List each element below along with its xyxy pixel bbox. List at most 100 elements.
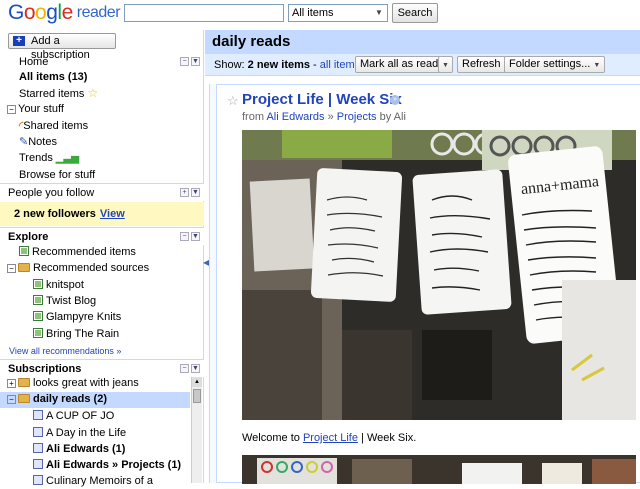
sidebar-feed[interactable]: Ali Edwards (1) <box>33 442 125 457</box>
source-label: Twist Blog <box>46 295 97 307</box>
folder-settings-button[interactable]: Folder settings... ▼ <box>504 56 606 73</box>
sidebar-item-starred[interactable]: Starred items ☆ <box>19 86 98 101</box>
sidebar-item-browse[interactable]: Browse for stuff <box>19 168 95 183</box>
folder-open-icon <box>18 263 30 272</box>
sidebar-item-your-stuff[interactable]: − Your stuff <box>7 102 64 117</box>
project-life-link[interactable]: Project Life <box>303 432 358 444</box>
feed-label: Ali Edwards » Projects (1) <box>46 459 182 471</box>
subscriptions-header[interactable]: Subscriptions <box>0 359 204 377</box>
mark-all-read-button[interactable]: Mark all as read <box>355 56 444 73</box>
plus-icon: + <box>13 36 25 46</box>
sidebar-item-source[interactable]: Twist Blog <box>33 294 96 309</box>
feed-icon <box>33 475 43 485</box>
chevron-down-icon[interactable]: ▼ <box>191 57 200 66</box>
from-label: from <box>242 111 264 123</box>
source-label: knitspot <box>46 279 84 291</box>
google-reader-logo[interactable]: Google reader <box>8 1 121 25</box>
mark-read-options-button[interactable]: ▼ <box>438 56 453 73</box>
scrollbar-up-arrow[interactable]: ▲ <box>192 377 202 387</box>
minus-toggle-icon[interactable]: − <box>7 395 16 404</box>
entry-body-text: Welcome to Project Life | Week Six. <box>242 432 416 444</box>
sidebar-item-all-items[interactable]: All items (13) <box>19 70 87 85</box>
feed-icon <box>33 311 43 321</box>
sidebar-item-source[interactable]: knitspot <box>33 278 84 293</box>
subscriptions-scrollbar[interactable]: ▲ <box>191 377 202 483</box>
photo-illustration: anna+mama <box>242 130 636 420</box>
entry-source-link[interactable]: Ali Edwards <box>266 111 324 123</box>
show-filter: Show: 2 new items - all items <box>214 59 361 71</box>
scrollbar-thumb[interactable] <box>193 389 201 403</box>
chevron-down-icon: ▼ <box>442 62 449 69</box>
star-icon[interactable]: ☆ <box>227 93 239 109</box>
feed-icon <box>33 443 43 453</box>
feed-icon <box>33 295 43 305</box>
photo-illustration <box>242 455 636 484</box>
entry-title-link[interactable]: Project Life | Week Six <box>242 91 402 108</box>
followers-view-link[interactable]: View <box>100 208 125 220</box>
sidebar-item-source[interactable]: Bring The Rain <box>33 327 119 342</box>
feed-label: A CUP OF JO <box>46 410 115 422</box>
page-title: daily reads <box>205 30 640 54</box>
entry-photo[interactable]: anna+mama <box>242 130 636 420</box>
body-suffix: | Week Six. <box>361 432 417 444</box>
sidebar-item-source[interactable]: Glampyre Knits <box>33 310 121 325</box>
sidebar-item-recommended-items[interactable]: Recommended items <box>19 245 136 260</box>
sidebar-folder[interactable]: + looks great with jeans <box>7 376 139 391</box>
search-input[interactable] <box>124 4 284 22</box>
sidebar-feed[interactable]: Ali Edwards » Projects (1) <box>33 458 181 473</box>
view-all-recommendations-link[interactable]: View all recommendations » <box>9 344 121 359</box>
trends-label: Trends <box>19 152 53 164</box>
folder-label: looks great with jeans <box>33 377 139 389</box>
entry-photo-second[interactable] <box>242 455 636 484</box>
your-stuff-label: Your stuff <box>18 103 64 115</box>
sidebar-item-home[interactable]: Home <box>19 55 48 70</box>
new-items-toggle[interactable]: 2 new items <box>248 59 310 71</box>
sidebar-item-shared[interactable]: ◜Shared items <box>19 119 88 134</box>
star-icon: ☆ <box>87 86 99 100</box>
people-header[interactable]: People you follow <box>0 183 204 201</box>
sidebar-item-trends[interactable]: Trends ▁▃▅ <box>19 151 79 166</box>
top-bar: Google reader All items ▼ Search <box>0 0 640 28</box>
sidebar-feed[interactable]: Culinary Memoirs of a <box>33 474 153 489</box>
minus-toggle-icon[interactable]: − <box>7 105 16 114</box>
folder-icon <box>18 378 30 387</box>
add-subscription-button[interactable]: + Add a subscription <box>8 33 116 61</box>
add-icon[interactable]: + <box>180 188 189 197</box>
entry-category-link[interactable]: Projects <box>337 111 377 123</box>
plus-toggle-icon[interactable]: + <box>7 379 16 388</box>
explore-header[interactable]: Explore <box>0 227 204 245</box>
entry-card[interactable]: ☆ Project Life | Week Six » from Ali Edw… <box>216 84 640 484</box>
source-separator: » <box>327 111 334 123</box>
logo-reader-text: reader <box>76 4 121 21</box>
sidebar-folder-selected[interactable]: − daily reads (2) <box>7 392 107 407</box>
sidebar: + Add a subscription Home − ▼ All items (… <box>0 30 204 487</box>
sidebar-feed[interactable]: A Day in the Life <box>33 426 126 441</box>
minimize-icon[interactable]: − <box>180 364 189 373</box>
search-filter-value: All items <box>292 7 334 19</box>
sidebar-item-recommended-sources[interactable]: − Recommended sources <box>7 261 149 276</box>
folder-label: daily reads (2) <box>33 393 107 405</box>
chevron-down-icon[interactable]: ▼ <box>191 188 200 197</box>
chevron-down-icon: ▼ <box>593 62 601 69</box>
source-label: Glampyre Knits <box>46 311 122 323</box>
external-link-icon[interactable]: » <box>390 95 400 105</box>
sidebar-item-notes[interactable]: ✎Notes <box>19 135 57 150</box>
feed-icon <box>33 427 43 437</box>
feed-icon <box>33 328 43 338</box>
main-panel: daily reads Show: 2 new items - all item… <box>205 30 640 484</box>
refresh-button[interactable]: Refresh <box>457 56 506 73</box>
folder-open-icon <box>18 394 30 403</box>
minus-toggle-icon[interactable]: − <box>7 264 16 273</box>
search-button[interactable]: Search <box>392 3 438 23</box>
sidebar-feed[interactable]: A CUP OF JO <box>33 409 114 424</box>
search-filter-select[interactable]: All items ▼ <box>288 4 388 22</box>
chevron-down-icon[interactable]: ▼ <box>191 232 200 241</box>
minimize-icon[interactable]: − <box>180 232 189 241</box>
minimize-icon[interactable]: − <box>180 57 189 66</box>
chevron-down-icon[interactable]: ▼ <box>191 364 200 373</box>
folder-settings-label: Folder settings... <box>509 58 591 70</box>
body-prefix: Welcome to <box>242 432 300 444</box>
chevron-down-icon: ▼ <box>375 8 383 17</box>
feed-label: Ali Edwards (1) <box>46 443 126 455</box>
feed-icon <box>33 410 43 420</box>
